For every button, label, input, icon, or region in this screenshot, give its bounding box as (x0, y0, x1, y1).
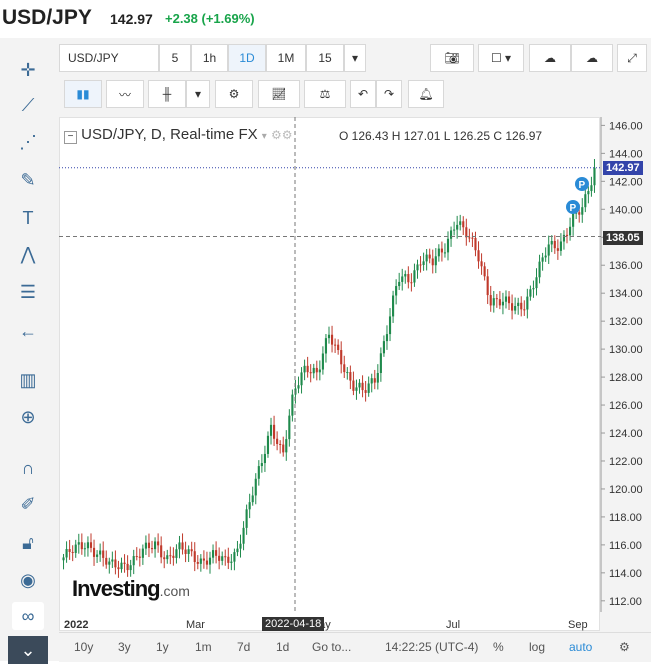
range-1y[interactable]: 1y (156, 640, 169, 654)
gear-icon[interactable]: ⚙ (215, 80, 253, 108)
percent-toggle[interactable]: % (493, 640, 504, 654)
interval-1d[interactable]: 1D (228, 44, 266, 72)
chart-area[interactable] (59, 117, 600, 631)
ohlc-values: O 126.43 H 127.01 L 126.25 C 126.97 (339, 129, 543, 143)
range-3y[interactable]: 3y (118, 640, 131, 654)
zoom-in-icon[interactable]: ⊕ (12, 403, 44, 431)
chart-legend-title: USD/JPY, D, Real-time FX (81, 126, 258, 143)
camera-icon[interactable]: 📷︎ (430, 44, 474, 72)
brush-icon[interactable]: ✎ (12, 166, 44, 194)
fibonacci-icon[interactable]: ☰ (12, 278, 44, 306)
trend-line-icon[interactable]: ⟋ (12, 91, 44, 119)
investing-logo: Investing.com (72, 576, 190, 602)
chart-style-square-icon[interactable]: ☐ ▾ (478, 44, 524, 72)
undo-icon[interactable]: ↶ (350, 80, 376, 108)
lock-icon[interactable]: 🔓︎ (12, 529, 44, 557)
legend-settings-icon[interactable]: ⚙⚙ (271, 128, 293, 142)
arrow-left-icon[interactable]: ← (12, 317, 44, 345)
symbol-input[interactable]: USD/JPY (59, 44, 159, 72)
pencil-lock-icon[interactable]: ✐ (12, 490, 44, 518)
log-toggle[interactable]: log (529, 640, 545, 654)
chart-type-chevron-icon[interactable]: ▾ (186, 80, 210, 108)
pitchfork-icon[interactable]: ⋰ (12, 128, 44, 156)
cloud-download-icon[interactable]: ☁ (529, 44, 571, 72)
bottom-bar: 10y 3y 1y 1m 7d 1d Go to... 14:22:25 (UT… (59, 632, 651, 662)
range-1d[interactable]: 1d (276, 640, 289, 654)
candles-icon[interactable]: ▮▮ (64, 80, 102, 108)
quote-header: USD/JPY 142.97 +2.38 (+1.69%) (0, 0, 651, 38)
clock-time: 14:22:25 (UTC-4) (385, 640, 479, 654)
link-icon[interactable]: ∞ (12, 602, 44, 630)
range-10y[interactable]: 10y (74, 640, 93, 654)
go-to-button[interactable]: Go to... (312, 640, 351, 654)
measure-icon[interactable]: ▥ (12, 366, 44, 394)
eye-icon[interactable]: ◉ (12, 566, 44, 594)
settings-gear-icon[interactable]: ⚙ (619, 640, 630, 654)
cloud-upload-icon[interactable]: ☁ (571, 44, 613, 72)
text-tool-icon[interactable]: T (12, 204, 44, 232)
logo-suffix: .com (159, 583, 190, 599)
redo-icon[interactable]: ↷ (376, 80, 402, 108)
legend-dropdown-icon[interactable]: ▾ (262, 131, 267, 142)
symbol-title: USD/JPY (2, 6, 92, 29)
chart-legend: − USD/JPY, D, Real-time FX ▾ ⚙⚙ (64, 126, 293, 144)
cursor-price-tag: 138.05 (603, 231, 643, 245)
indicators-icon[interactable]: 📈︎ (258, 80, 300, 108)
compare-scale-icon[interactable]: ⚖ (304, 80, 346, 108)
interval-15[interactable]: 15 (306, 44, 344, 72)
collapse-chevron-icon[interactable]: ⌄ (8, 636, 48, 664)
last-price-tag: 142.97 (603, 161, 643, 175)
area-chart-icon[interactable]: 〰 (106, 80, 144, 108)
fullscreen-icon[interactable]: ⤢ (617, 44, 647, 72)
interval-1h[interactable]: 1h (191, 44, 228, 72)
pattern-icon[interactable]: ⋀ (12, 240, 44, 268)
logo-main: Investing (72, 576, 161, 601)
crosshair-icon[interactable]: ✛ (12, 56, 44, 84)
interval-dropdown-chevron-icon[interactable]: ▾ (344, 44, 366, 72)
range-1m[interactable]: 1m (195, 640, 212, 654)
auto-toggle[interactable]: auto (569, 640, 592, 654)
alert-bell-icon[interactable]: 🔔︎ (408, 80, 444, 108)
crosshair-date-tag: 2022-04-18 (262, 617, 325, 631)
range-7d[interactable]: 7d (237, 640, 250, 654)
interval-5[interactable]: 5 (159, 44, 191, 72)
interval-1m[interactable]: 1M (266, 44, 306, 72)
collapse-legend-icon[interactable]: − (64, 131, 77, 144)
drawing-tools-sidebar: ✛ ⟋ ⋰ ✎ T ⋀ ☰ ← ▥ ⊕ ∩ ✐ 🔓︎ ◉ ∞ ⌄ (0, 40, 56, 664)
bars-icon[interactable]: ╫ (148, 80, 186, 108)
price-change: +2.38 (+1.69%) (165, 11, 255, 26)
magnet-icon[interactable]: ∩ (12, 454, 44, 482)
last-price: 142.97 (110, 11, 153, 27)
